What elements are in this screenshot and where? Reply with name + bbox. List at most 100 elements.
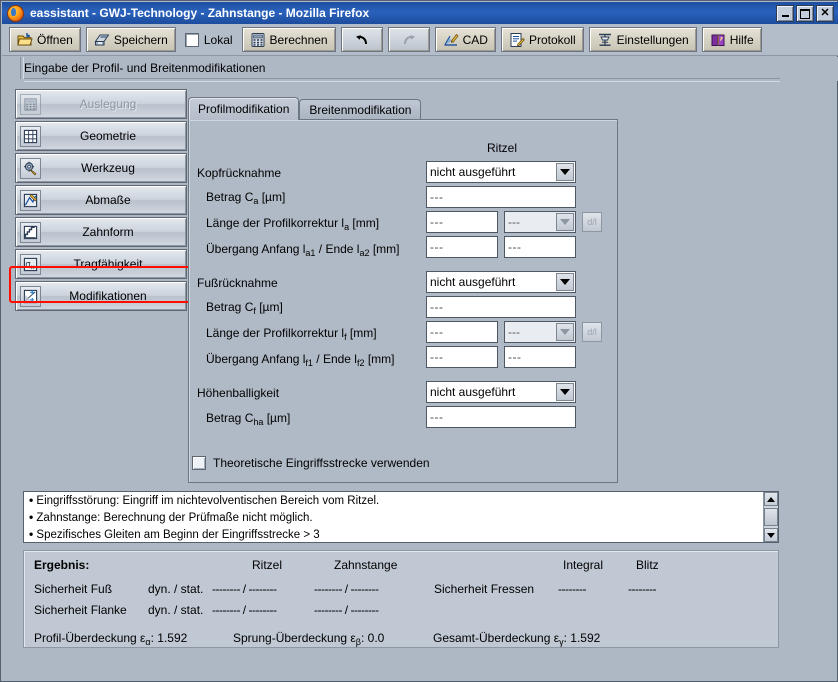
label-text: Betrag C — [206, 411, 254, 425]
undo-button[interactable] — [340, 27, 383, 52]
tab-profilmodifikation[interactable]: Profilmodifikation — [188, 97, 300, 120]
ratio-toggle-button-f[interactable]: d/l — [582, 322, 602, 342]
input-betrag-cha[interactable]: --- — [426, 406, 576, 428]
settings-button[interactable]: Einstellungen — [588, 27, 697, 52]
input-laenge-profilkorrektur-lf[interactable]: --- — [426, 321, 498, 343]
input-uebergang-ende-la2[interactable]: --- — [504, 236, 576, 258]
protocol-button[interactable]: Protokoll — [500, 27, 584, 52]
sidebar-item-auslegung[interactable]: Auslegung — [15, 89, 187, 119]
overlap-sprung: Sprung-Überdeckung εβ: 0.0 — [233, 631, 384, 647]
label-unit: [mm] — [346, 326, 377, 340]
checkbox-theoretische-eingriffsstrecke[interactable]: Theoretische Eingriffsstrecke verwenden — [192, 456, 430, 470]
label-subscript: a — [253, 196, 259, 206]
input-betrag-cf[interactable]: --- — [426, 296, 576, 318]
maximize-button[interactable] — [796, 5, 814, 22]
select-kopfruecknahme[interactable]: nicht ausgeführt — [426, 161, 576, 183]
input-uebergang-anfang-la1[interactable]: --- — [426, 236, 498, 258]
label-betrag-ca: Betrag Ca [µm] — [206, 190, 285, 206]
sidebar-item-werkzeug[interactable]: Werkzeug — [15, 153, 187, 183]
results-fressen-integral: -------- — [558, 582, 586, 596]
scroll-down-button[interactable] — [764, 528, 778, 542]
results-row-ritzel: -------- / -------- — [212, 603, 277, 617]
scrollbar-thumb[interactable] — [764, 508, 778, 526]
label-mid: / Ende l — [315, 242, 360, 256]
calculate-button[interactable]: Berechnen — [241, 27, 336, 52]
list-item: • Eingriffsstörung: Eingriff im nichtevo… — [29, 493, 380, 507]
tooth-profile-icon — [20, 222, 41, 243]
label-kopfruecknahme: Kopfrücknahme — [197, 166, 282, 180]
label-mid: / Ende l — [312, 352, 357, 366]
label-subscript: f — [344, 332, 347, 342]
scroll-up-button[interactable] — [764, 492, 778, 506]
label-text: Länge der Profilkorrektur l — [206, 216, 345, 230]
sidebar-item-label: Tragfähigkeit — [73, 257, 143, 271]
ratio-toggle-button-a[interactable]: d/l — [582, 212, 602, 232]
sidebar-item-label: Modifikationen — [69, 289, 147, 303]
sidebar-item-tragfaehigkeit[interactable]: σ x Tragfähigkeit — [15, 249, 187, 279]
protocol-document-icon — [510, 32, 525, 47]
input-uebergang-ende-lf2[interactable]: --- — [504, 346, 576, 368]
overlap-colon: : — [150, 631, 154, 645]
section-header: Eingabe der Profil- und Breitenmodifikat… — [2, 57, 838, 82]
save-button[interactable]: Speichern — [85, 27, 176, 52]
minimize-button[interactable] — [776, 5, 794, 22]
select-laenge-unit-lf[interactable]: --- — [504, 321, 576, 343]
chevron-down-icon[interactable] — [556, 163, 574, 181]
chevron-down-icon[interactable] — [556, 273, 574, 291]
calculate-button-label: Berechnen — [269, 32, 328, 47]
sidebar-item-label: Auslegung — [79, 97, 137, 111]
open-button[interactable]: Öffnen — [9, 27, 81, 52]
triangle-down-icon — [767, 532, 775, 538]
overlap-profil: Profil-Überdeckung εα: 1.592 — [34, 631, 187, 647]
sidebar-item-geometrie[interactable]: Geometrie — [15, 121, 187, 151]
grid-icon — [20, 126, 41, 147]
sidebar-item-zahnform[interactable]: Zahnform — [15, 217, 187, 247]
sidebar-item-label: Zahnform — [82, 225, 134, 239]
cad-button-label: CAD — [462, 32, 488, 47]
modification-icon — [20, 286, 41, 307]
label-text: Übergang Anfang l — [206, 242, 306, 256]
tab-breitenmodifikation[interactable]: Breitenmodifikation — [299, 99, 422, 120]
sidebar-item-abmasse[interactable]: Abmaße — [15, 185, 187, 215]
select-value: --- — [508, 325, 520, 339]
ruler-chart-icon — [20, 190, 41, 211]
select-value: nicht ausgeführt — [430, 275, 516, 289]
label-text: Länge der Profilkorrektur l — [206, 326, 345, 340]
navigation-sidebar: Auslegung Geometrie Werkzeug Abmaße Zahn… — [15, 89, 187, 313]
triangle-up-icon — [767, 496, 775, 502]
overlap-value: 1.592 — [570, 631, 601, 645]
select-laenge-unit-la[interactable]: --- — [504, 211, 576, 233]
select-value: --- — [508, 215, 520, 229]
help-button[interactable]: Hilfe — [701, 27, 762, 52]
label-unit: [µm] — [255, 300, 283, 314]
select-fussruecknahme[interactable]: nicht ausgeführt — [426, 271, 576, 293]
calculator-icon — [20, 94, 41, 115]
redo-button[interactable] — [387, 27, 430, 52]
cad-button[interactable]: CAD — [434, 27, 496, 52]
input-uebergang-anfang-lf1[interactable]: --- — [426, 346, 498, 368]
select-value: nicht ausgeführt — [430, 385, 516, 399]
settings-press-icon — [598, 33, 611, 46]
sidebar-item-label: Werkzeug — [81, 161, 135, 175]
sidebar-item-modifikationen[interactable]: Modifikationen — [15, 281, 187, 311]
window-title: eassistant - GWJ-Technology - Zahnstange… — [30, 6, 370, 20]
label-unit: [µm] — [263, 411, 291, 425]
chevron-down-icon[interactable] — [556, 213, 574, 231]
open-folder-icon — [17, 32, 33, 45]
input-laenge-profilkorrektur-la[interactable]: --- — [426, 211, 498, 233]
results-col-blitz: Blitz — [636, 558, 659, 572]
chevron-down-icon[interactable] — [556, 323, 574, 341]
select-hoehenballigkeit[interactable]: nicht ausgeführt — [426, 381, 576, 403]
input-betrag-ca[interactable]: --- — [426, 186, 576, 208]
results-row-label: Sicherheit Fuß — [34, 582, 113, 596]
label-uebergang-anfang-a: Übergang Anfang la1 / Ende la2 [mm] — [206, 242, 400, 258]
chevron-down-icon[interactable] — [556, 383, 574, 401]
cad-pencil-icon — [444, 33, 459, 46]
results-row-mode: dyn. / stat. — [148, 603, 204, 617]
label-unit: [mm] — [369, 242, 400, 256]
close-button[interactable]: ✕ — [816, 5, 834, 22]
label-subscript: f1 — [305, 358, 313, 368]
svg-text:x: x — [31, 263, 35, 271]
local-checkbox[interactable]: Lokal — [181, 32, 237, 47]
message-scrollbar[interactable] — [763, 492, 778, 542]
